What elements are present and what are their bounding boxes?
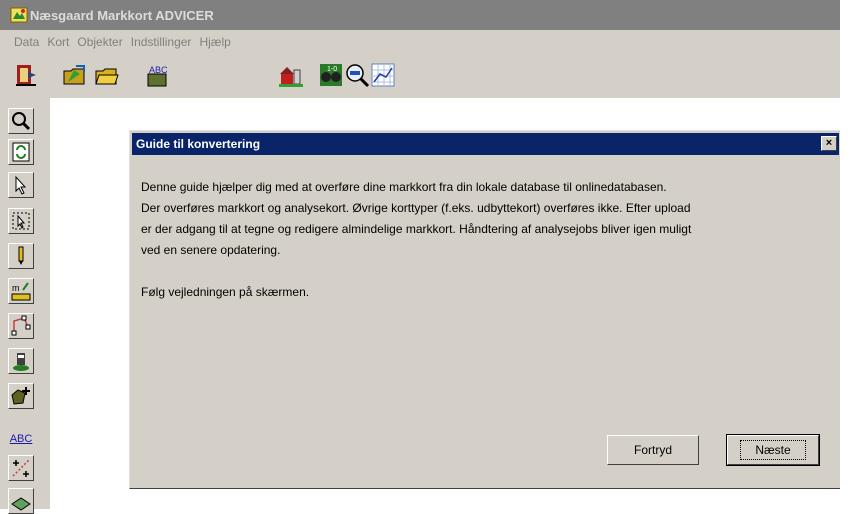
svg-text:1-0: 1-0 (327, 66, 337, 73)
farm-icon[interactable] (278, 62, 304, 88)
menu-bar: Data Kort Objekter Indstillinger Hjælp (0, 30, 840, 54)
text-tool-icon[interactable]: ABC (8, 426, 34, 452)
menu-data[interactable]: Data (14, 35, 39, 49)
cancel-button-label: Fortryd (633, 443, 672, 457)
description-line: ved en senere opdatering. (141, 243, 281, 257)
binoculars-icon[interactable]: 1-0 (318, 62, 344, 88)
dialog-body: Denne guide hjælper dig med at overføre … (141, 177, 821, 303)
next-button[interactable]: Næste (726, 434, 820, 466)
spellcheck-icon[interactable]: ABC (146, 62, 172, 88)
description-line: Der overføres markkort og analysekort. Ø… (141, 201, 691, 215)
svg-text:ABC: ABC (149, 65, 168, 75)
dialog-title: Guide til konvertering (136, 137, 261, 151)
menu-kort[interactable]: Kort (47, 35, 69, 49)
svg-text:m: m (12, 283, 20, 293)
conversion-guide-dialog: Guide til konvertering × Denne guide hjæ… (129, 130, 842, 489)
exit-icon[interactable] (14, 62, 40, 88)
polygon-edit-icon[interactable] (8, 313, 34, 339)
app-logo-icon (10, 7, 28, 23)
window-edge (840, 0, 853, 509)
menu-hjaelp[interactable]: Hjælp (199, 35, 230, 49)
close-icon[interactable]: × (821, 136, 837, 151)
folder-icon[interactable] (94, 62, 120, 88)
main-toolbar: ABC 1-0 (0, 54, 840, 99)
app-title: Næsgaard Markkort ADVICER (30, 7, 214, 23)
measure-icon[interactable]: m (8, 278, 34, 304)
menu-objekter[interactable]: Objekter (77, 35, 122, 49)
pointer-icon[interactable] (8, 172, 34, 198)
refresh-icon[interactable] (8, 139, 34, 165)
zoom-adr-icon[interactable] (344, 62, 370, 88)
menu-indstillinger[interactable]: Indstillinger (131, 35, 192, 49)
instruction-text: Følg vejledningen på skærmen. (141, 285, 310, 299)
cancel-button[interactable]: Fortryd (607, 435, 699, 465)
pencil-icon[interactable] (8, 243, 34, 269)
description-line: er der adgang til at tegne og redigere a… (141, 222, 692, 236)
zoom-icon[interactable] (8, 108, 34, 134)
split-line-icon[interactable] (8, 455, 34, 481)
select-area-icon[interactable] (8, 208, 34, 234)
dialog-titlebar: Guide til konvertering × (132, 133, 839, 155)
add-field-icon[interactable] (8, 383, 34, 409)
map-layer-icon[interactable] (8, 488, 34, 514)
open-folder-icon[interactable] (62, 62, 88, 88)
left-toolbar: m ABC (0, 98, 50, 514)
next-button-label: Næste (740, 440, 806, 460)
app-titlebar: Næsgaard Markkort ADVICER (0, 0, 840, 30)
grid-chart-icon[interactable] (370, 62, 396, 88)
description-line: Denne guide hjælper dig med at overføre … (141, 180, 667, 194)
sample-point-icon[interactable] (8, 348, 34, 374)
